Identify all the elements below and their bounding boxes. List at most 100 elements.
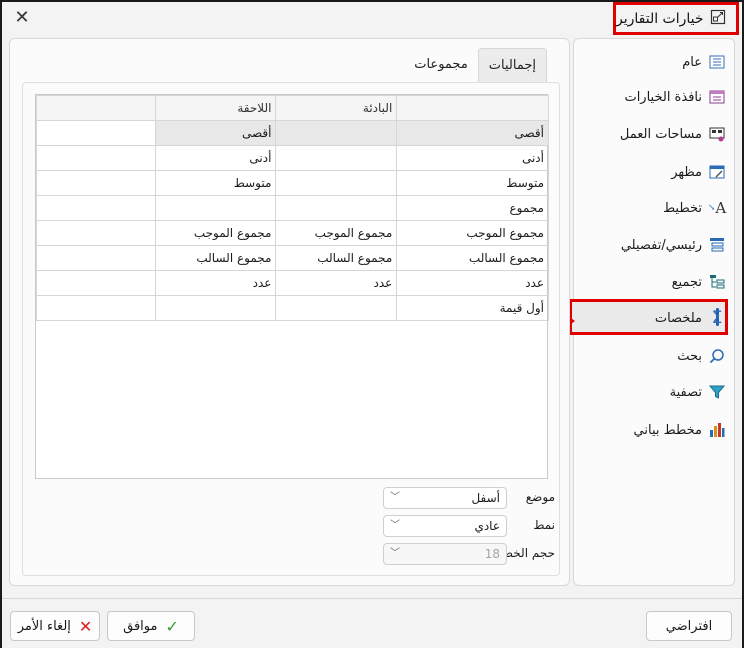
grid-header-suffix: اللاحقة [154, 95, 277, 121]
chevron-down-icon: ﹀ [390, 548, 400, 559]
grid-cell[interactable]: أدنى [396, 145, 549, 171]
sidebar-item-label: مخطط بياني [633, 422, 702, 438]
sidebar-item-search[interactable]: بحث [582, 341, 726, 371]
table-row[interactable]: عدد عدد عدد [36, 270, 549, 296]
sidebar-item-label: بحث [677, 348, 702, 364]
sidebar-item-label: تصفية [669, 384, 702, 400]
chevron-down-icon: ﹀ [390, 492, 400, 503]
default-button[interactable]: افتراضي [646, 611, 732, 641]
grid-cell[interactable] [275, 120, 398, 146]
sidebar-item-label: نافذة الخيارات [624, 89, 702, 105]
sigma-icon: Σ [711, 308, 723, 328]
sidebar-item-workspaces[interactable]: مساحات العمل [582, 119, 726, 149]
style-select[interactable]: عادي ﹀ [383, 515, 507, 537]
font-size-select[interactable]: 18 ﹀ [383, 543, 507, 565]
grid-cell[interactable]: أدنى [154, 145, 277, 171]
master-detail-icon [708, 236, 726, 254]
grid-cell[interactable] [36, 295, 156, 321]
summaries-panel: إجماليات مجموعات البادئة اللاحقة أقصى أق… [9, 38, 570, 586]
grid-cell[interactable]: مجموع [396, 195, 549, 221]
position-row: موضع أسفل ﹀ [383, 487, 555, 509]
table-row[interactable]: مجموع السالب مجموع السالب مجموع السالب [36, 245, 549, 271]
grid-cell[interactable]: عدد [154, 270, 277, 296]
grid-cell[interactable] [36, 220, 156, 246]
tab-groups[interactable]: مجموعات [404, 48, 478, 82]
grid-cell[interactable]: متوسط [396, 170, 549, 196]
grid-cell[interactable]: مجموع الموجب [154, 220, 277, 246]
sidebar-item-filter[interactable]: تصفية [582, 377, 726, 407]
table-row[interactable]: أقصى أقصى [36, 120, 549, 146]
cancel-button-label: إلغاء الأمر [17, 618, 71, 634]
grid-cell[interactable] [36, 170, 156, 196]
cancel-button[interactable]: ✕ إلغاء الأمر [10, 611, 100, 641]
sidebar-item-label: مساحات العمل [619, 126, 702, 142]
table-row[interactable]: متوسط متوسط [36, 170, 549, 196]
grid-cell[interactable] [275, 195, 398, 221]
font-size-value: 18 [484, 547, 500, 561]
sidebar-item-master-detail[interactable]: رئيسي/تفصيلي [582, 230, 726, 260]
sidebar-item-options-window[interactable]: نافذة الخيارات [582, 82, 726, 112]
ok-button-label: موافق [123, 618, 158, 634]
sidebar-item-label: رئيسي/تفصيلي [620, 237, 702, 253]
grid-cell[interactable]: أقصى [396, 120, 549, 146]
style-row: نمط عادي ﹀ [383, 515, 555, 537]
layout-font-icon: A ↘ [707, 199, 727, 217]
grid-cell[interactable] [36, 145, 156, 171]
grid-cell[interactable] [275, 295, 398, 321]
grid-cell[interactable] [275, 170, 398, 196]
grid-cell[interactable]: عدد [396, 270, 549, 296]
sidebar-item-summaries[interactable]: Σ ملخصات [582, 303, 726, 333]
grid-cell[interactable] [36, 195, 156, 221]
sidebar-item-appearance[interactable]: مظهر [582, 157, 726, 187]
workspaces-icon [708, 125, 726, 143]
window-title: خيارات التقارير [616, 10, 704, 27]
ok-button[interactable]: ✓ موافق [107, 611, 195, 641]
grid-cell[interactable] [36, 120, 156, 146]
sidebar-item-label: مظهر [671, 164, 702, 180]
grid-header-cell [396, 95, 549, 121]
sidebar-item-label: تخطيط [663, 200, 702, 216]
grid-cell[interactable]: مجموع الموجب [275, 220, 398, 246]
sidebar-item-label: ملخصات [654, 310, 702, 326]
font-size-row: حجم الخط 18 ﹀ [383, 543, 555, 565]
dialog-footer: افتراضي ✓ موافق ✕ إلغاء الأمر [2, 598, 742, 648]
grid-cell[interactable]: مجموع السالب [154, 245, 277, 271]
filter-icon [708, 383, 726, 401]
sidebar-item-chart[interactable]: مخطط بياني [582, 415, 726, 445]
position-value: أسفل [471, 491, 500, 505]
sidebar-item-grouping[interactable]: تجميع [582, 267, 726, 297]
close-icon[interactable]: ✕ [12, 8, 32, 28]
grid-cell[interactable] [36, 270, 156, 296]
grid-header-cell [36, 95, 156, 121]
appearance-icon [708, 163, 726, 181]
grid-cell[interactable] [275, 145, 398, 171]
table-row[interactable]: أدنى أدنى [36, 145, 549, 171]
grid-cell[interactable]: مجموع السالب [275, 245, 398, 271]
grid-cell[interactable]: مجموع السالب [396, 245, 549, 271]
grid-cell[interactable]: عدد [275, 270, 398, 296]
tab-bar: إجماليات مجموعات [404, 48, 547, 82]
position-label: موضع [525, 490, 555, 504]
title-bar: ✕ خيارات التقارير [2, 2, 742, 35]
sidebar-item-general[interactable]: عام [582, 47, 726, 77]
style-label: نمط [533, 518, 555, 532]
title-highlight-box: خيارات التقارير [613, 2, 739, 35]
grid-cell[interactable] [154, 295, 277, 321]
tab-totals[interactable]: إجماليات [477, 48, 547, 82]
table-row[interactable]: مجموع الموجب مجموع الموجب مجموع الموجب [36, 220, 549, 246]
font-size-label: حجم الخط [501, 546, 555, 560]
table-row[interactable]: مجموع [36, 195, 549, 221]
grid-cell[interactable]: أول قيمة [396, 295, 549, 321]
grid-cell[interactable]: مجموع الموجب [396, 220, 549, 246]
default-button-label: افتراضي [665, 618, 713, 634]
grid-cell[interactable] [36, 245, 156, 271]
sidebar-item-layout[interactable]: A ↘ تخطيط [582, 193, 726, 223]
table-row[interactable]: أول قيمة [36, 295, 549, 321]
grid-cell[interactable]: أقصى [154, 120, 277, 146]
grid-cell[interactable]: متوسط [154, 170, 277, 196]
grid-cell[interactable] [154, 195, 277, 221]
summary-grid: البادئة اللاحقة أقصى أقصى أدنى أدنى متوس… [35, 94, 549, 479]
totals-tab-content: البادئة اللاحقة أقصى أقصى أدنى أدنى متوس… [22, 82, 560, 576]
position-select[interactable]: أسفل ﹀ [383, 487, 507, 509]
sidebar-item-label: تجميع [671, 274, 702, 290]
